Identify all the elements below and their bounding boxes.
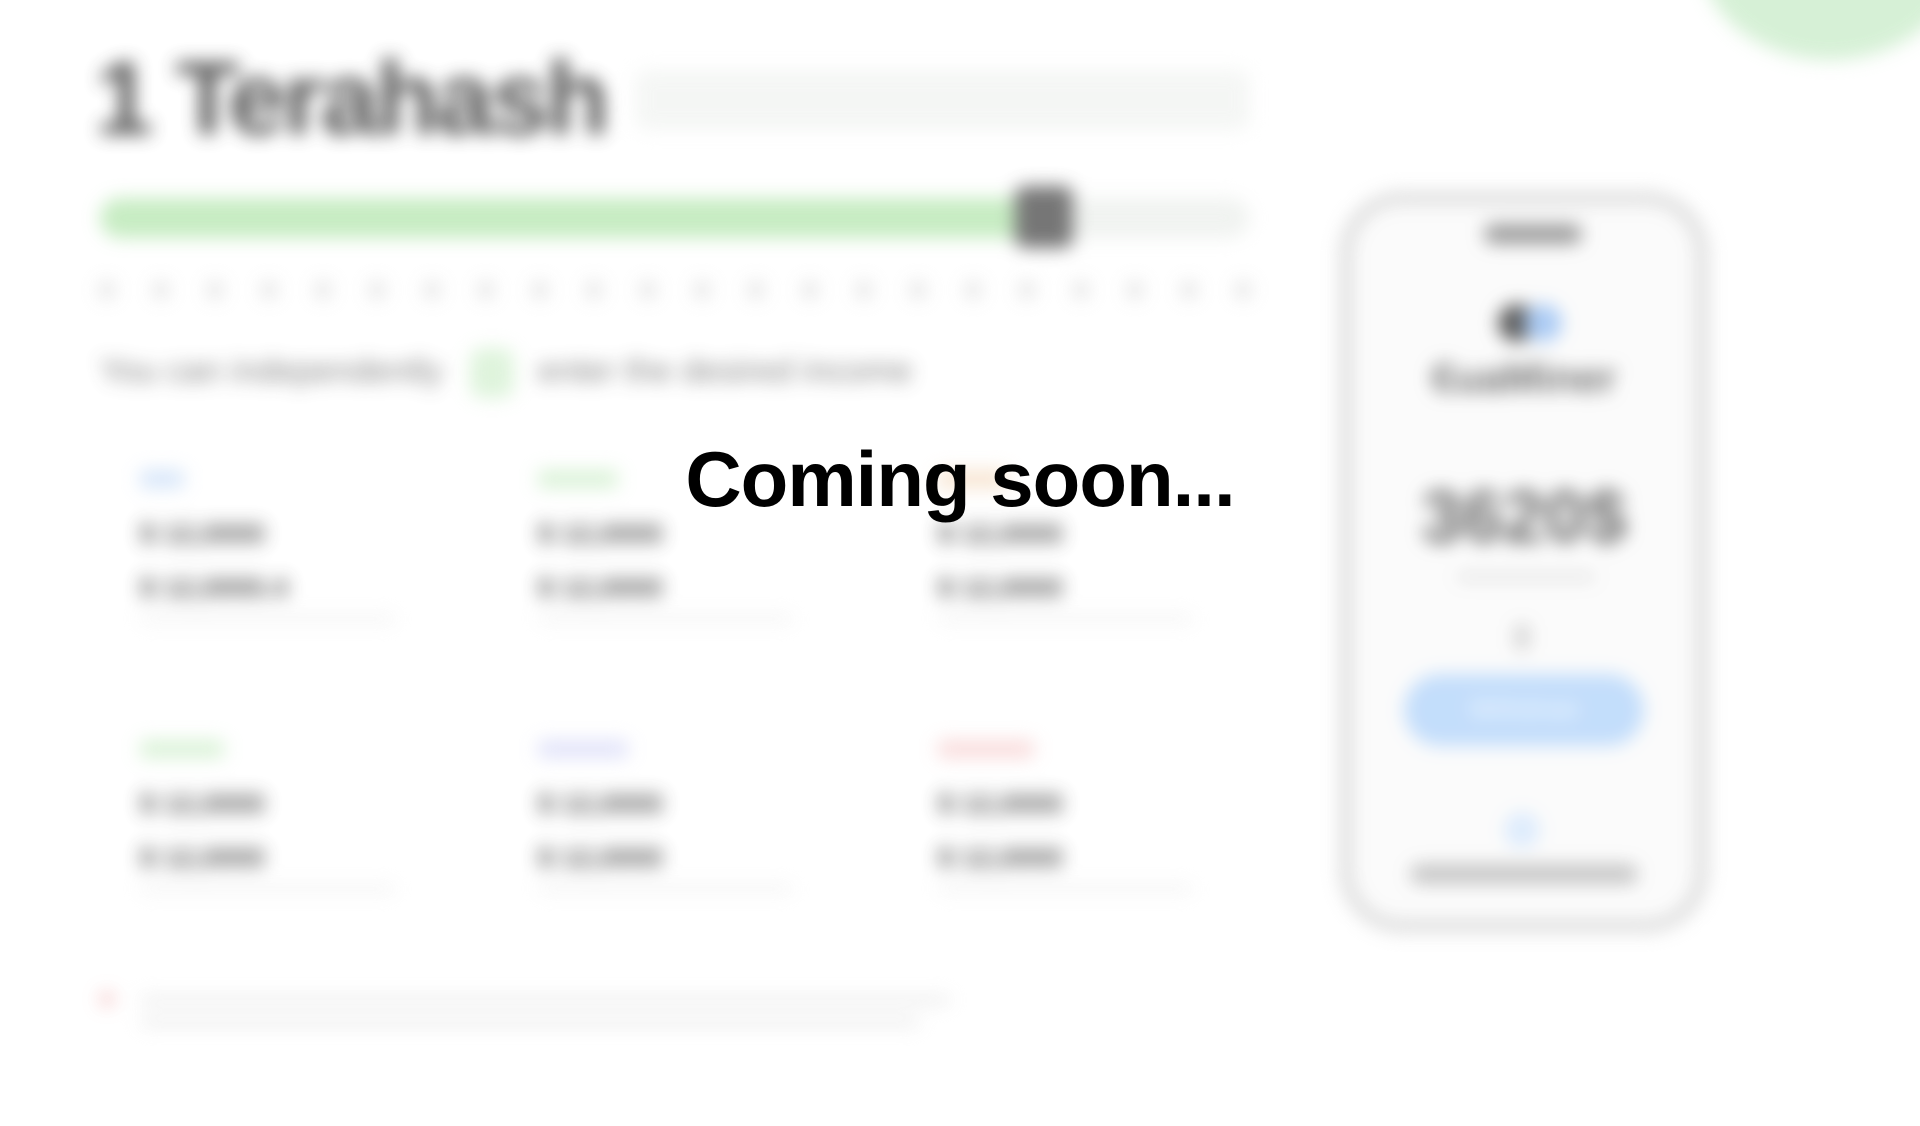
edit-icon xyxy=(470,348,514,398)
slider-tick xyxy=(479,282,493,298)
disclaimer-line xyxy=(140,1018,920,1026)
phone-mockup: €uaMiner 3620$ Withdraw xyxy=(1340,192,1708,932)
arrow-down-icon xyxy=(1515,624,1529,650)
slider-tick xyxy=(262,282,276,298)
phone-brand: €uaMiner xyxy=(1431,354,1617,401)
stat-block-4: $ 12,0000 $ 12,0000 xyxy=(140,740,470,930)
slider-tick xyxy=(316,282,330,298)
stat-value-primary: $ 12,0000 xyxy=(538,788,663,819)
stat-block-6: $ 12,0000 $ 12,0000 xyxy=(938,740,1268,930)
stat-caption xyxy=(938,616,1193,622)
hashrate-input xyxy=(635,70,1250,130)
slider-ticks xyxy=(100,282,1250,302)
corner-decoration xyxy=(1700,0,1920,60)
blurred-preview: 1 Terahash You can independently enter t… xyxy=(0,0,1920,1126)
stat-label xyxy=(538,740,628,758)
slider-tick xyxy=(911,282,925,298)
slider-tick xyxy=(641,282,655,298)
disclaimer-line xyxy=(140,996,950,1004)
coming-soon-message: Coming soon... xyxy=(685,435,1235,523)
stat-caption xyxy=(140,886,395,892)
hint-text-end: enter the desired income xyxy=(538,352,913,390)
slider-tick xyxy=(1074,282,1088,298)
stat-value-primary: $ 12,0000 xyxy=(140,788,265,819)
slider-tick xyxy=(857,282,871,298)
stat-caption xyxy=(538,886,793,892)
stat-block-5: $ 12,0000 $ 12,0000 xyxy=(538,740,868,930)
slider-tick xyxy=(154,282,168,298)
stat-value-secondary: $ 12,0000 xyxy=(140,842,265,873)
stat-label xyxy=(140,740,224,758)
stat-value-secondary: $ 12,0000 xyxy=(938,842,1063,873)
slider-tick xyxy=(1236,282,1250,298)
phone-notch xyxy=(1484,224,1582,244)
slider-tick xyxy=(1128,282,1142,298)
info-icon xyxy=(1504,812,1540,848)
stat-value-secondary: $ 12,0000 xyxy=(938,572,1063,603)
hashrate-slider xyxy=(100,186,1250,248)
warning-icon xyxy=(100,992,114,1006)
slider-tick xyxy=(749,282,763,298)
slider-tick xyxy=(1182,282,1196,298)
slider-tick xyxy=(100,282,114,298)
stat-caption xyxy=(538,616,793,622)
page-title: 1 Terahash xyxy=(95,41,609,157)
slider-tick xyxy=(695,282,709,298)
slider-tick xyxy=(425,282,439,298)
slider-handle xyxy=(1015,186,1073,248)
slider-tick xyxy=(966,282,980,298)
stat-value-primary: $ 12,0000 xyxy=(938,788,1063,819)
stat-value-secondary: $ 12,0000 xyxy=(538,572,663,603)
brand-logo-icon xyxy=(1498,304,1568,344)
slider-tick xyxy=(208,282,222,298)
stat-value-secondary: $ 12,0000.4 xyxy=(140,572,288,603)
slider-tick xyxy=(587,282,601,298)
slider-tick xyxy=(533,282,547,298)
phone-footer-text xyxy=(1410,864,1638,884)
stat-caption xyxy=(140,616,395,622)
slider-tick xyxy=(803,282,817,298)
stat-caption xyxy=(938,886,1193,892)
withdraw-button: Withdraw xyxy=(1404,674,1644,746)
stat-label xyxy=(938,740,1034,758)
hint-text-start: You can independently xyxy=(100,352,443,390)
screen: 1 Terahash You can independently enter t… xyxy=(0,0,1920,1126)
phone-balance-caption xyxy=(1456,572,1596,582)
slider-tick xyxy=(370,282,384,298)
slider-tick xyxy=(1020,282,1034,298)
slider-fill xyxy=(100,198,1055,238)
stat-value-secondary: $ 12,0000 xyxy=(538,842,663,873)
